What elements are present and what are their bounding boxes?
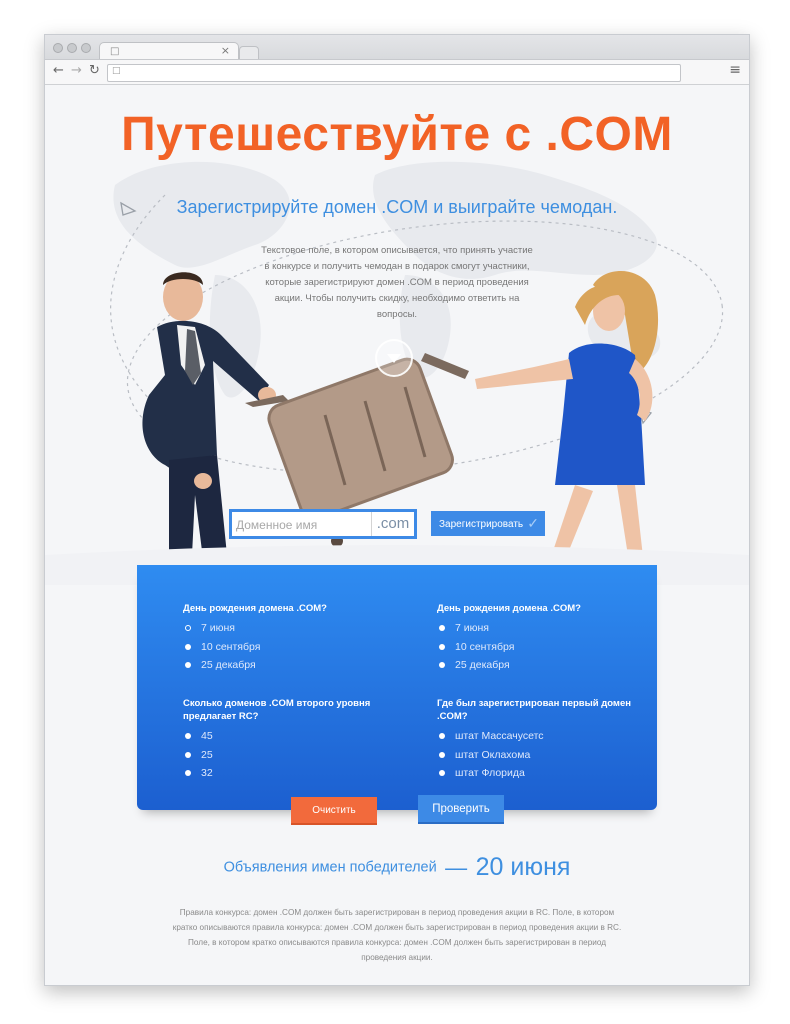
winners-announcement: Объявления имен победителей — 20 июня: [45, 853, 749, 882]
page-title: Путешествуйте с .COM: [121, 108, 673, 161]
landing-page: Путешествуйте с .COM Зарегистрируйте дом…: [45, 85, 749, 985]
minimize-window-button[interactable]: [67, 43, 77, 53]
quiz-option[interactable]: штат Флорида: [437, 764, 637, 783]
check-button[interactable]: Проверить: [418, 795, 504, 822]
question-title: Сколько доменов .COM второго уровня пред…: [183, 698, 371, 722]
radio-button[interactable]: [439, 770, 445, 776]
close-icon[interactable]: ×: [221, 44, 230, 57]
quiz-option[interactable]: 10 сентября: [183, 638, 383, 657]
radio-button[interactable]: [185, 643, 191, 650]
radio-button[interactable]: [439, 751, 445, 758]
quiz-question-1: День рождения домена .COM? 7 июня 10 сен…: [183, 602, 383, 675]
quiz-option[interactable]: штат Массачусетс: [437, 727, 637, 746]
domain-input[interactable]: [234, 514, 376, 536]
quiz-panel: День рождения домена .COM? 7 июня 10 сен…: [137, 565, 657, 810]
maximize-window-button[interactable]: [81, 43, 91, 53]
forward-arrow-icon[interactable]: →: [71, 63, 82, 78]
winners-dash: —: [445, 854, 468, 880]
close-window-button[interactable]: [53, 43, 63, 53]
nav-bar: ← → ↻ □ ≡: [45, 60, 749, 85]
document-icon: □: [110, 46, 120, 57]
address-bar[interactable]: □: [107, 64, 681, 82]
register-button-label: Зарегистрировать: [439, 519, 524, 530]
radio-button[interactable]: [185, 770, 191, 776]
quiz-option[interactable]: 25 декабря: [183, 656, 383, 675]
clear-button[interactable]: Очистить: [291, 797, 377, 823]
contest-rules: Правила конкурса: домен .COM должен быть…: [172, 908, 622, 962]
reload-icon[interactable]: ↻: [89, 63, 100, 78]
quiz-option[interactable]: 25 декабря: [437, 656, 637, 675]
hamburger-menu-icon[interactable]: ≡: [729, 62, 741, 78]
quiz-option[interactable]: 7 июня: [183, 619, 383, 638]
quiz-question-4: Где был зарегистрирован первый домен .CO…: [437, 697, 637, 783]
radio-button[interactable]: [185, 733, 191, 739]
winners-label: Объявления имен победителей: [223, 859, 437, 876]
page-icon: □: [112, 66, 121, 76]
browser-tab[interactable]: □ ×: [99, 42, 239, 59]
winners-date: 20 июня: [475, 853, 571, 881]
radio-button[interactable]: [185, 662, 191, 668]
quiz-question-2: День рождения домена .COM? 7 июня 10 сен…: [437, 602, 637, 675]
back-arrow-icon[interactable]: ←: [53, 63, 64, 78]
quiz-option[interactable]: 10 сентября: [437, 638, 637, 657]
radio-button[interactable]: [185, 625, 191, 631]
domain-zone-label: .com: [371, 512, 414, 536]
quiz-option[interactable]: 32: [183, 764, 383, 783]
radio-button[interactable]: [439, 643, 445, 650]
quiz-option[interactable]: 7 июня: [437, 619, 637, 638]
radio-button[interactable]: [185, 751, 191, 758]
new-tab-button[interactable]: [239, 46, 259, 59]
radio-button[interactable]: [439, 662, 445, 668]
browser-window: □ × ← → ↻ □ ≡ Путешествуйте с .COM Зарег…: [44, 34, 750, 986]
domain-input-box: .com: [229, 509, 417, 539]
tab-bar: □ ×: [45, 35, 749, 60]
register-button[interactable]: Зарегистрировать ✓: [431, 511, 545, 536]
radio-button[interactable]: [439, 733, 445, 739]
question-title: Где был зарегистрирован первый домен .CO…: [437, 698, 631, 722]
question-title: День рождения домена .COM?: [437, 603, 581, 614]
quiz-option[interactable]: 25: [183, 746, 383, 765]
radio-button[interactable]: [439, 625, 445, 631]
question-title: День рождения домена .COM?: [183, 603, 327, 614]
checkmark-icon: ✓: [527, 515, 539, 531]
play-down-icon[interactable]: [375, 339, 413, 377]
quiz-question-3: Сколько доменов .COM второго уровня пред…: [183, 697, 383, 783]
quiz-option[interactable]: штат Оклахома: [437, 746, 637, 765]
quiz-option[interactable]: 45: [183, 727, 383, 746]
page-subtitle: Зарегистрируйте домен .COM и выиграйте ч…: [176, 197, 618, 217]
